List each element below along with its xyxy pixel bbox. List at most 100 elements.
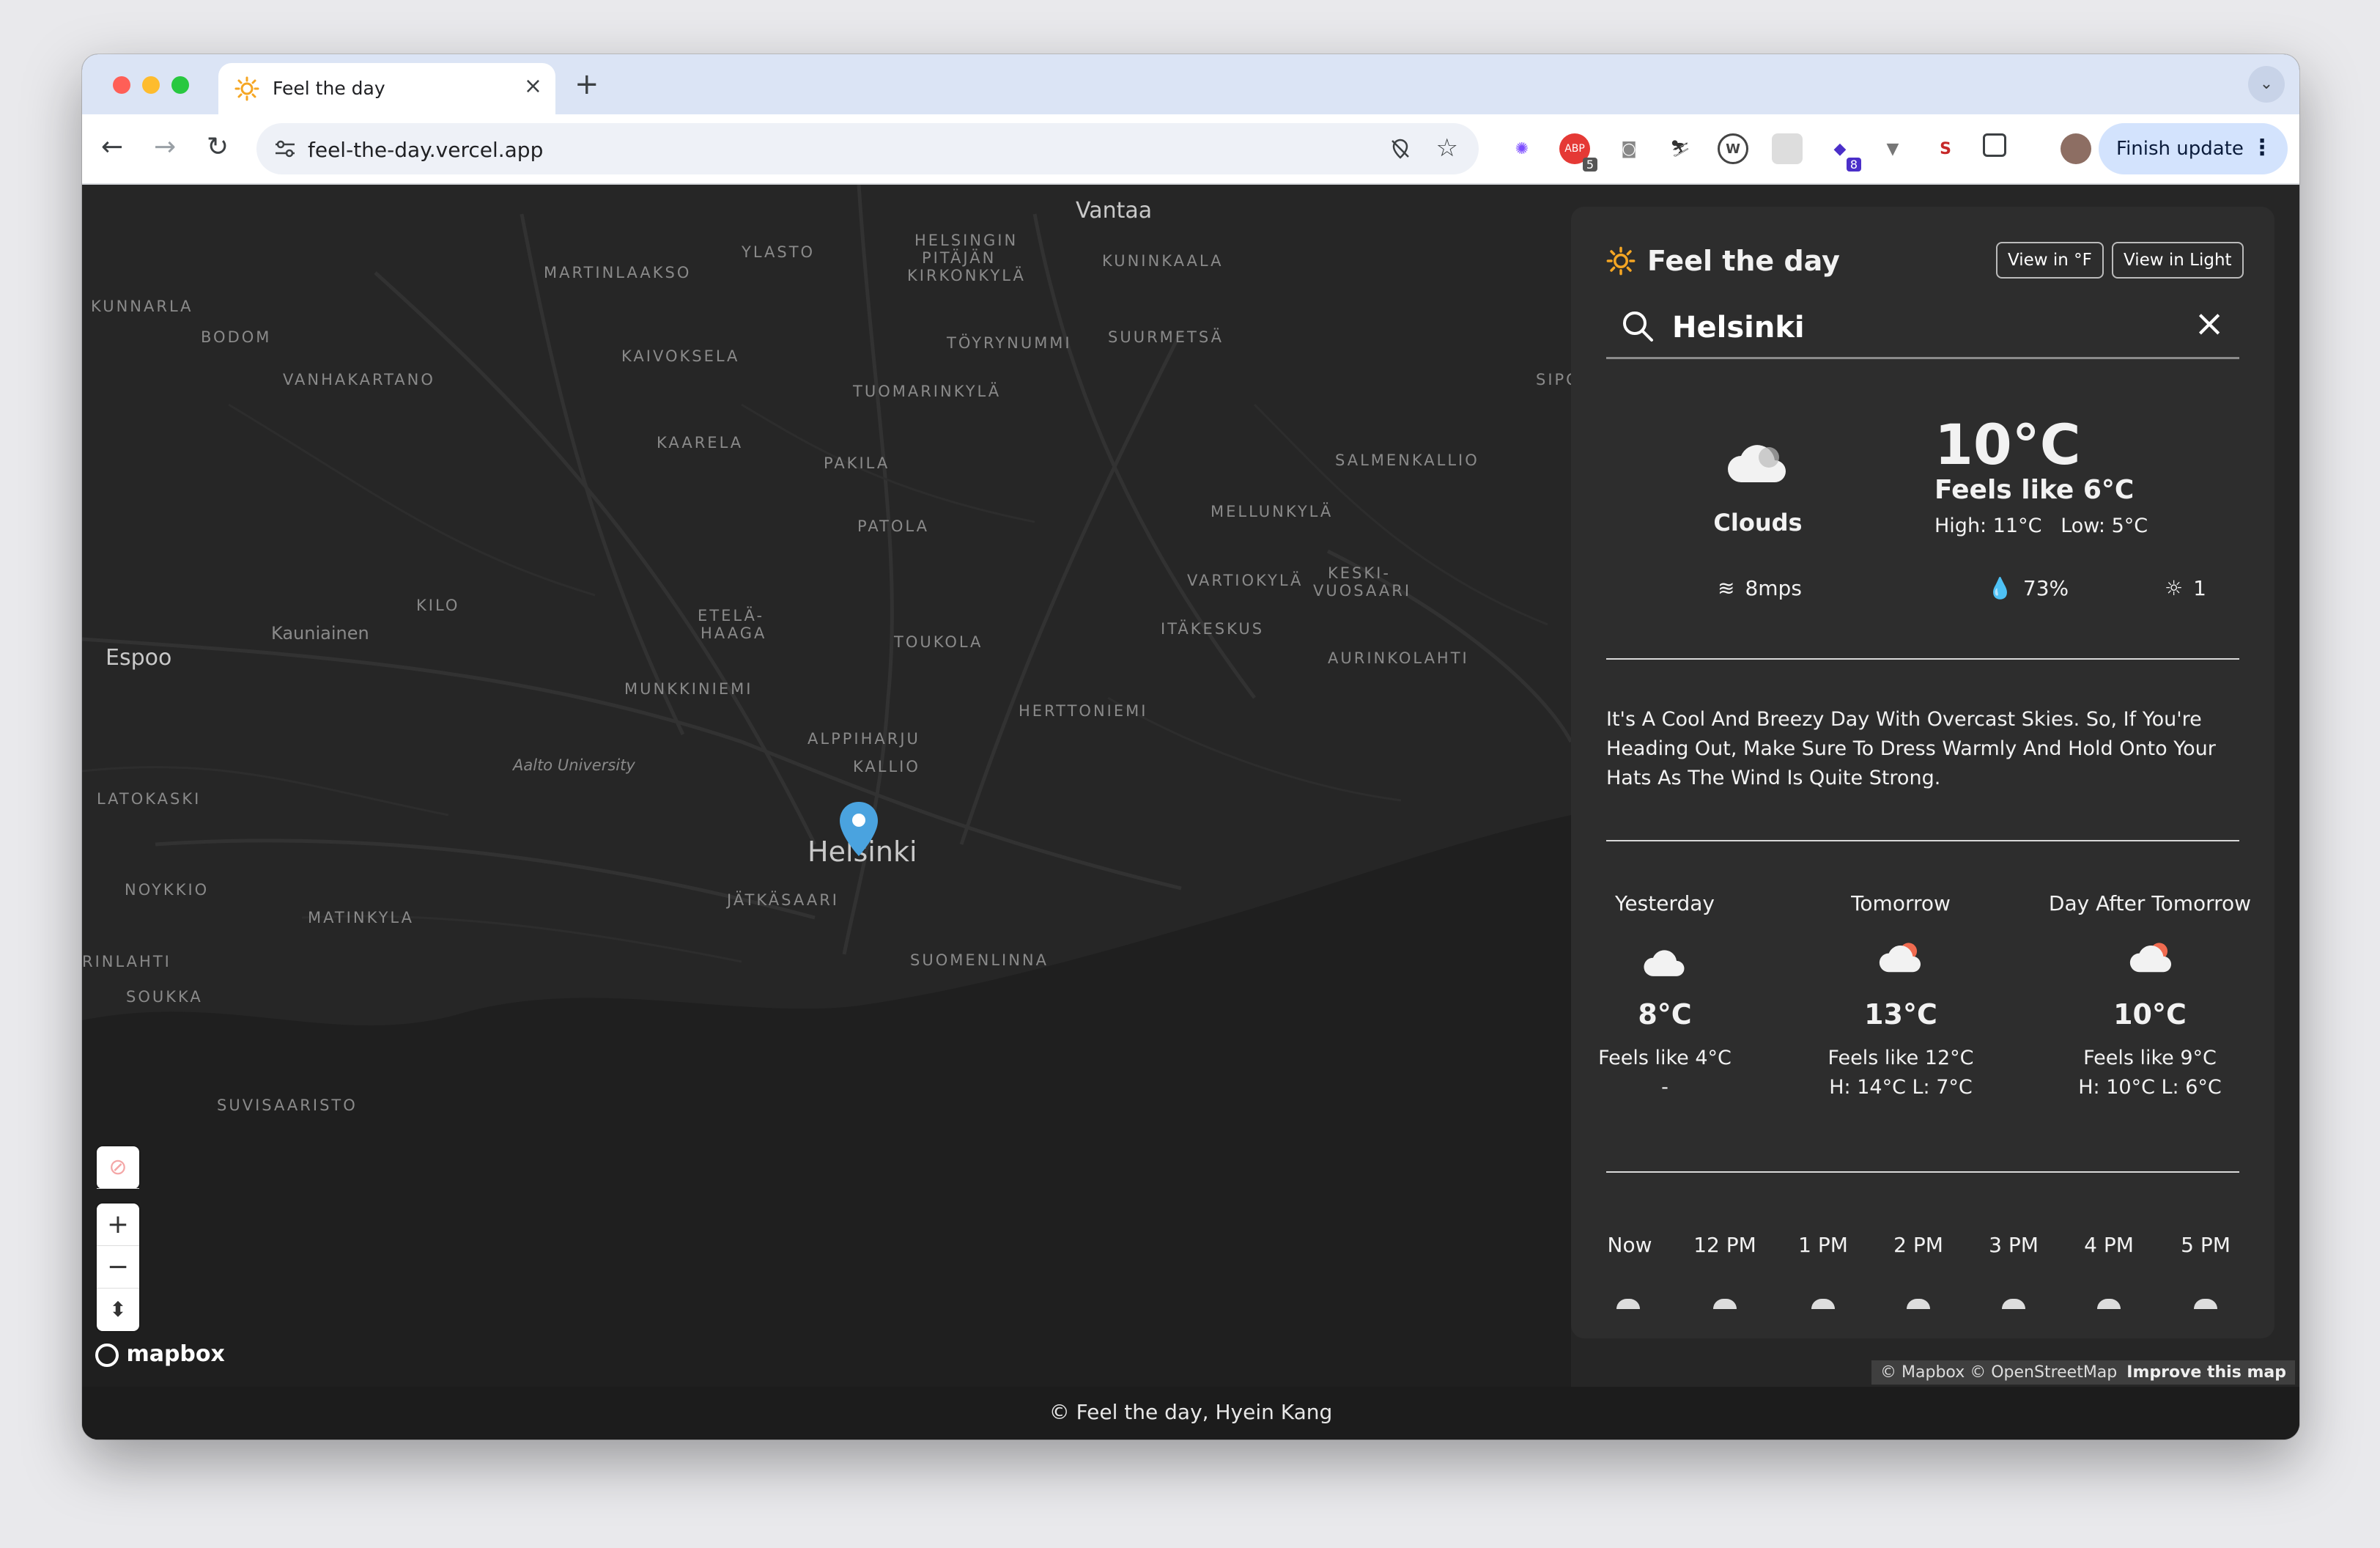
view-fahrenheit-button[interactable]: View in °F (1996, 242, 2104, 279)
map-label: SALMENKALLIO (1335, 452, 1479, 469)
site-settings-icon[interactable] (274, 139, 296, 158)
finish-update-label: Finish update (2116, 138, 2244, 160)
map-canvas[interactable]: Vantaa YLASTO HELSINGIN PITÄJÄN KIRKONKY… (82, 185, 2299, 1387)
reload-button[interactable]: ↻ (207, 132, 229, 162)
new-tab-button[interactable]: + (574, 67, 599, 101)
extension-badge: 8 (1846, 158, 1861, 172)
map-attribution: © Mapbox © OpenStreetMap Improve this ma… (1871, 1360, 2295, 1385)
zoom-control: + − ⬍ (97, 1204, 139, 1331)
bookmark-star-icon[interactable]: ☆ (1436, 133, 1458, 163)
weather-description: It's A Cool And Breezy Day With Overcast… (1606, 708, 2216, 789)
humidity-stat: 💧 73% (1987, 576, 2069, 600)
extensions-puzzle-icon[interactable] (1983, 133, 2006, 157)
extension-gear-icon[interactable]: ✺ (1507, 133, 1537, 164)
day-feels: Feels like 9°C (2083, 1047, 2217, 1069)
map-label: TOUKOLA (894, 633, 983, 651)
view-light-button[interactable]: View in Light (2112, 242, 2244, 279)
browser-toolbar: ← → ↻ feel-the-day.vercel.app ☆ ✺ ABP 5 ◙… (82, 114, 2299, 185)
day-high-low: - (1661, 1076, 1668, 1099)
hour-label: 3 PM (1989, 1233, 2039, 1257)
forward-button[interactable]: → (154, 132, 176, 162)
map-label: KIRKONKYLÄ (907, 267, 1026, 284)
search-input[interactable]: Helsinki (1672, 311, 1805, 344)
map-label: MARTINLAAKSO (544, 264, 692, 281)
map-label: Espoo (106, 645, 172, 671)
clear-search-icon[interactable]: × (2194, 302, 2225, 344)
day-feels: Feels like 4°C (1598, 1047, 1732, 1069)
day-label: Tomorrow (1851, 891, 1951, 915)
weather-panel: Feel the day View in °F View in Light He… (1571, 207, 2274, 1338)
day-temp: 10°C (2113, 998, 2187, 1031)
sun-icon (234, 76, 259, 101)
extension-grid-icon[interactable] (1772, 133, 1803, 164)
extension-seo-icon[interactable]: S (1930, 133, 1961, 164)
cloud-icon (1728, 445, 1786, 482)
current-temperature: 10°C (1934, 412, 2081, 477)
extension-abp-icon[interactable]: ABP 5 (1559, 133, 1597, 172)
back-button[interactable]: ← (101, 132, 123, 162)
location-pin-icon[interactable] (837, 800, 881, 859)
hour-label: 12 PM (1693, 1233, 1756, 1257)
condition-label: Clouds (1713, 509, 1803, 537)
hour-cloud-icon (1713, 1299, 1737, 1309)
hour-label: Now (1607, 1233, 1652, 1257)
attribution-text[interactable]: © Mapbox © OpenStreetMap (1880, 1363, 2117, 1382)
mapbox-logo[interactable]: mapbox (95, 1341, 225, 1367)
uv-stat: ☼ 1 (2165, 576, 2206, 600)
extension-v-icon[interactable]: ▼ (1877, 133, 1908, 164)
compass-button[interactable]: ⬍ (97, 1289, 139, 1331)
profile-avatar[interactable] (2061, 133, 2091, 164)
zoom-out-button[interactable]: − (97, 1246, 139, 1289)
wordpress-icon[interactable]: W (1718, 133, 1748, 164)
map-label: MATINKYLA (308, 909, 414, 926)
high-temp: High: 11°C (1934, 515, 2042, 537)
hour-cloud-icon (1811, 1299, 1835, 1309)
tab-search-button[interactable]: ⌄ (2248, 66, 2285, 103)
sun-logo-icon (1606, 246, 1636, 276)
map-label: JÄTKÄSAARI (727, 891, 839, 909)
map-label: SUURMETSÄ (1108, 328, 1224, 346)
map-label: HERTTONIEMI (1019, 702, 1148, 720)
hour-label: 1 PM (1798, 1233, 1848, 1257)
map-label: TUOMARINKYLÄ (853, 383, 1002, 400)
close-tab-icon[interactable]: × (524, 73, 542, 99)
day-temp: 8°C (1638, 998, 1692, 1031)
finish-update-button[interactable]: Finish update ⋮ (2099, 123, 2288, 174)
minimize-window-button[interactable] (142, 76, 160, 94)
address-bar[interactable]: feel-the-day.vercel.app ☆ (256, 123, 1479, 174)
extension-hat-icon[interactable]: ◆ 8 (1825, 133, 1861, 172)
camera-icon[interactable]: ◙ (1614, 133, 1644, 164)
zoom-in-button[interactable]: + (97, 1204, 139, 1246)
browser-tab[interactable]: Feel the day × (218, 63, 555, 114)
day-temp: 13°C (1864, 998, 1937, 1031)
map-label: ETELÄ- (698, 607, 765, 624)
improve-map-link[interactable]: Improve this map (2126, 1363, 2286, 1382)
maximize-window-button[interactable] (171, 76, 189, 94)
map-label: KAIVOKSELA (621, 347, 740, 365)
url-text: feel-the-day.vercel.app (308, 138, 544, 162)
extension-figure-icon[interactable]: ⛷ (1665, 133, 1696, 164)
map-label: SUOMENLINNA (910, 951, 1049, 969)
map-label: PATOLA (857, 517, 929, 535)
map-label: KILO (416, 597, 460, 614)
day-high-low: H: 10°C L: 6°C (2078, 1076, 2222, 1099)
map-label: KESKI- (1328, 564, 1391, 582)
hour-cloud-icon (2097, 1299, 2121, 1309)
low-temp: Low: 5°C (2061, 515, 2148, 537)
map-label: PAKILA (824, 454, 890, 472)
divider (1606, 840, 2239, 841)
day-label: Yesterday (1615, 891, 1715, 915)
map-label: KAARELA (657, 434, 744, 452)
map-label: SOUKKA (126, 988, 203, 1006)
location-off-icon[interactable] (1389, 138, 1411, 160)
map-label: SUVISAARISTO (217, 1096, 358, 1114)
mapbox-logo-icon (95, 1343, 119, 1367)
close-window-button[interactable] (113, 76, 130, 94)
geolocate-disabled-icon[interactable]: ⊘ (97, 1146, 139, 1189)
hour-label: 4 PM (2084, 1233, 2134, 1257)
search-bar[interactable]: Helsinki × (1606, 293, 2239, 359)
browser-window: Feel the day × + ⌄ ← → ↻ feel-the-day.ve… (82, 54, 2299, 1440)
map-label: ALPPIHARJU (808, 730, 920, 748)
geolocate-control[interactable]: ⊘ (97, 1146, 139, 1189)
high-low: High: 11°C Low: 5°C (1934, 515, 2148, 537)
